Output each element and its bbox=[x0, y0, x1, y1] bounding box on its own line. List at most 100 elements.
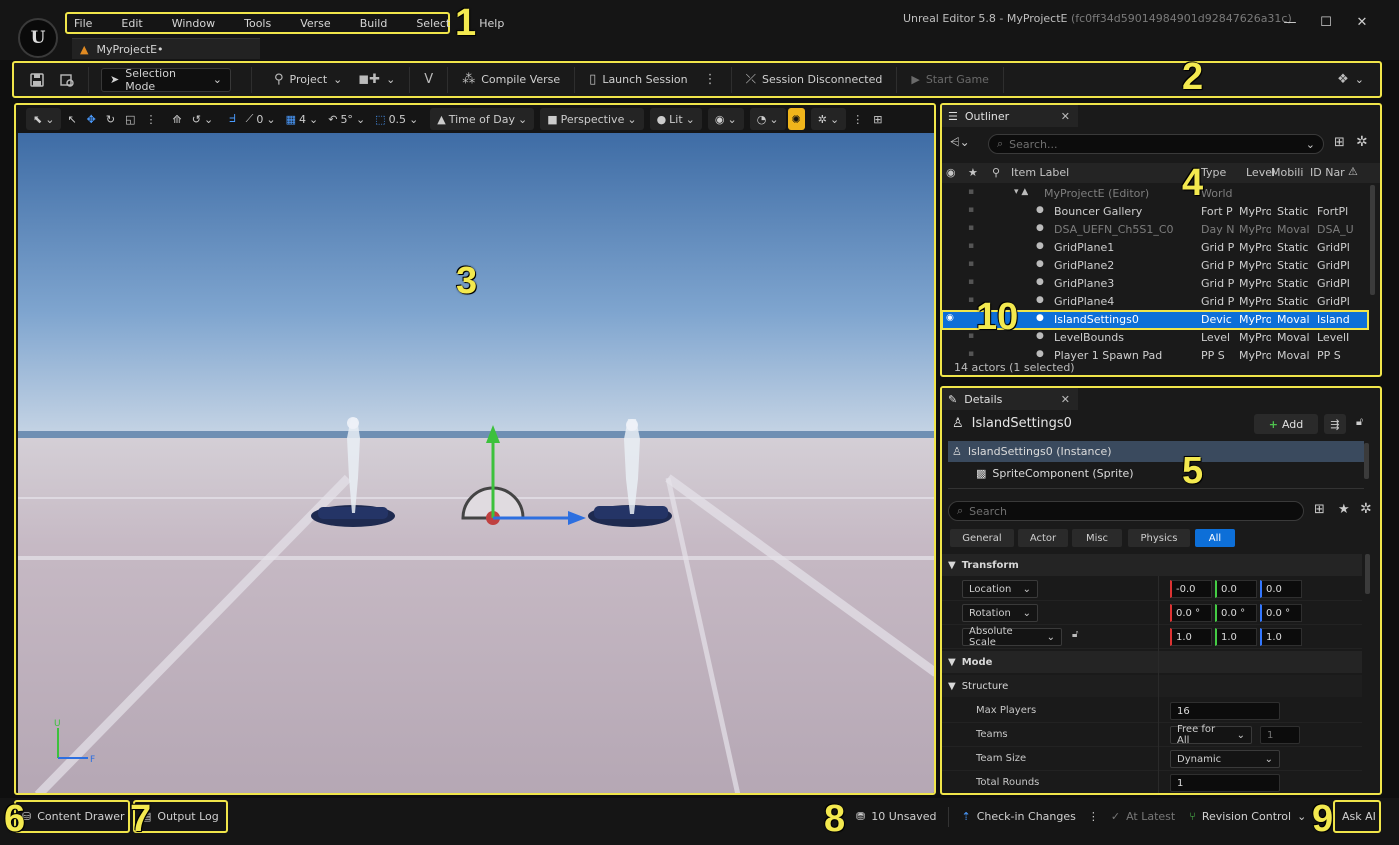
select-tool[interactable]: ↖ bbox=[63, 108, 80, 130]
close-icon[interactable]: ✕ bbox=[1061, 393, 1070, 406]
outliner-row[interactable]: ▪ ● DSA_UEFN_Ch5S1_C0 Day N MyPro Moval DSA_U bbox=[942, 221, 1368, 239]
filter-misc[interactable]: Misc bbox=[1072, 529, 1122, 547]
outliner-world-row[interactable]: ▪ ▾ ▲ MyProjectE (Editor) World bbox=[942, 185, 1368, 203]
filter-all[interactable]: All bbox=[1195, 529, 1235, 547]
compile-verse-button[interactable]: ⁂ Compile Verse bbox=[454, 67, 568, 93]
location-dropdown[interactable]: Location ⌄ bbox=[962, 580, 1038, 598]
save-icon[interactable] bbox=[22, 66, 52, 94]
outliner-row[interactable]: ▪ ● Player 1 Spawn Pad PP S MyPro Moval PP S bbox=[942, 347, 1368, 365]
scale-dropdown[interactable]: Absolute Scale ⌄ bbox=[962, 626, 1062, 648]
coordinate-space-dropdown[interactable]: ↺ ⌄ bbox=[188, 108, 217, 130]
unreal-logo-icon[interactable]: U bbox=[18, 18, 58, 58]
menu-edit[interactable]: Edit bbox=[121, 17, 142, 30]
viewport-options-button[interactable]: ⋮ bbox=[848, 108, 867, 130]
project-dropdown[interactable]: ⚲ Project ⌄ bbox=[266, 67, 350, 93]
location-z-field[interactable]: 0.0 bbox=[1260, 580, 1302, 598]
rotation-y-field[interactable]: 0.0 ° bbox=[1215, 604, 1257, 622]
unsaved-label[interactable]: 10 Unsaved bbox=[871, 810, 936, 823]
filter-dropdown[interactable]: ⩤⌄ bbox=[950, 135, 970, 150]
details-scrollbar[interactable] bbox=[1365, 554, 1370, 594]
browse-icon[interactable] bbox=[52, 66, 82, 94]
menu-tools[interactable]: Tools bbox=[244, 17, 271, 30]
show-flags-dropdown[interactable]: ◉ ⌄ bbox=[707, 108, 744, 130]
translate-tool[interactable]: ✥ bbox=[83, 108, 100, 130]
category-mode[interactable]: ▼ Mode bbox=[942, 651, 1362, 673]
ask-ai-button[interactable]: Ask AI bbox=[1333, 800, 1381, 833]
document-tab[interactable]: ▲ MyProjectE• bbox=[72, 38, 260, 59]
components-scrollbar[interactable] bbox=[1364, 443, 1369, 479]
outliner-row[interactable]: ▪ ● GridPlane1 Grid P MyPro Static GridPl bbox=[942, 239, 1368, 257]
menu-verse[interactable]: Verse bbox=[300, 17, 330, 30]
rotation-x-field[interactable]: 0.0 ° bbox=[1170, 604, 1212, 622]
pin-column-icon[interactable]: ⚲ bbox=[992, 166, 1000, 179]
menu-window[interactable]: Window bbox=[172, 17, 215, 30]
transform-gizmo-toggle[interactable]: ᖵ bbox=[225, 108, 240, 130]
start-game-button[interactable]: ▶ Start Game bbox=[903, 67, 997, 93]
blueprint-icon[interactable]: ⇶ bbox=[1324, 414, 1346, 434]
time-of-day-dropdown[interactable]: ▲ Time of Day ⌄ bbox=[430, 108, 535, 130]
viewport-settings-dropdown[interactable]: ✲ ⌄ bbox=[810, 108, 847, 130]
column-id-name[interactable]: ID Nar bbox=[1310, 166, 1346, 179]
collaborators-dropdown[interactable]: ❖ ⌄ bbox=[1329, 67, 1372, 93]
minimize-button[interactable]: — bbox=[1272, 10, 1308, 34]
outliner-row[interactable]: ▪ ● Bouncer Gallery Fort P MyPro Static FortPl bbox=[942, 203, 1368, 221]
menu-build[interactable]: Build bbox=[360, 17, 388, 30]
outliner-row[interactable]: ▪ ● GridPlane3 Grid P MyPro Static GridPl bbox=[942, 275, 1368, 293]
add-component-button[interactable]: + Add bbox=[1254, 414, 1318, 434]
gear-icon[interactable]: ✲ bbox=[1356, 134, 1368, 150]
table-view-icon[interactable]: ⊞ bbox=[1314, 502, 1325, 517]
add-folder-icon[interactable]: ⊞ bbox=[1334, 135, 1345, 150]
selection-mode-dropdown[interactable]: ➤ Selection Mode ⌄ bbox=[101, 67, 231, 93]
view-mode-dropdown[interactable]: ● Lit ⌄ bbox=[649, 108, 702, 130]
filter-actor[interactable]: Actor bbox=[1018, 529, 1068, 547]
lock-icon[interactable]: 🔓︎ bbox=[1072, 629, 1078, 640]
lock-icon[interactable]: 🔓︎ bbox=[1356, 415, 1363, 429]
transform-mode-dropdown[interactable]: ⬉ ⌄ bbox=[26, 108, 62, 130]
scale-x-field[interactable]: 1.0 bbox=[1170, 628, 1212, 646]
teams-count-field[interactable]: 1 bbox=[1260, 726, 1300, 744]
content-drawer-button[interactable]: ⛁ Content Drawer bbox=[14, 800, 130, 833]
outliner-search-input[interactable]: ⌕ Search... ⌄ bbox=[988, 134, 1324, 154]
location-x-field[interactable]: -0.0 bbox=[1170, 580, 1212, 598]
realtime-toggle[interactable]: ✺ bbox=[787, 108, 805, 130]
more-options-button[interactable]: ⋮ bbox=[696, 67, 725, 93]
location-y-field[interactable]: 0.0 bbox=[1215, 580, 1257, 598]
rotation-z-field[interactable]: 0.0 ° bbox=[1260, 604, 1302, 622]
scale-y-field[interactable]: 1.0 bbox=[1215, 628, 1257, 646]
star-icon[interactable]: ★ bbox=[1338, 502, 1350, 517]
surface-snap-button[interactable]: ⟰ bbox=[169, 108, 186, 130]
revision-control-label[interactable]: Revision Control bbox=[1202, 810, 1291, 823]
gear-icon[interactable]: ✲ bbox=[1360, 501, 1372, 517]
close-icon[interactable]: ✕ bbox=[1061, 110, 1070, 123]
column-item-label[interactable]: Item Label bbox=[1011, 166, 1201, 179]
column-mobility[interactable]: Mobili bbox=[1271, 166, 1309, 179]
details-search-input[interactable]: ⌕ Search bbox=[948, 501, 1304, 521]
add-content-dropdown[interactable]: ◼✚ ⌄ bbox=[350, 67, 403, 93]
verse-button[interactable]: V bbox=[416, 67, 441, 93]
checkin-label[interactable]: Check-in Changes bbox=[977, 810, 1076, 823]
scale-snap-dropdown[interactable]: ⬚ 0.5 ⌄ bbox=[371, 108, 422, 130]
menu-help[interactable]: Help bbox=[479, 17, 504, 30]
category-structure[interactable]: ▼ Structure bbox=[942, 675, 1362, 697]
teams-dropdown[interactable]: Free for All ⌄ bbox=[1170, 724, 1252, 746]
favorite-column-icon[interactable]: ★ bbox=[968, 166, 978, 179]
rotate-tool[interactable]: ↻ bbox=[102, 108, 119, 130]
translate-snap-dropdown[interactable]: ⟋ 0 ⌄ bbox=[242, 108, 280, 130]
rotation-dropdown[interactable]: Rotation ⌄ bbox=[962, 604, 1038, 622]
category-transform[interactable]: ▼ Transform bbox=[942, 554, 1362, 576]
scale-tool[interactable]: ◱ bbox=[121, 108, 139, 130]
max-players-field[interactable]: 16 bbox=[1170, 702, 1280, 720]
team-size-dropdown[interactable]: Dynamic ⌄ bbox=[1170, 750, 1280, 768]
kebab-icon[interactable]: ⋮ bbox=[1088, 810, 1099, 823]
visibility-column-icon[interactable]: ◉ bbox=[946, 166, 956, 179]
maximize-button[interactable]: ☐ bbox=[1308, 10, 1344, 34]
grid-snap-dropdown[interactable]: ▦ 4 ⌄ bbox=[282, 108, 323, 130]
session-status-button[interactable]: ⤫ Session Disconnected bbox=[738, 67, 891, 93]
performance-dropdown[interactable]: ◔ ⌄ bbox=[749, 108, 786, 130]
filter-general[interactable]: General bbox=[950, 529, 1014, 547]
menu-file[interactable]: File bbox=[74, 17, 92, 30]
total-rounds-field[interactable]: 1 bbox=[1170, 774, 1280, 792]
outliner-scrollbar[interactable] bbox=[1370, 185, 1375, 295]
details-tab[interactable]: ✎ Details ✕ bbox=[942, 388, 1078, 410]
at-latest-label[interactable]: At Latest bbox=[1126, 810, 1175, 823]
